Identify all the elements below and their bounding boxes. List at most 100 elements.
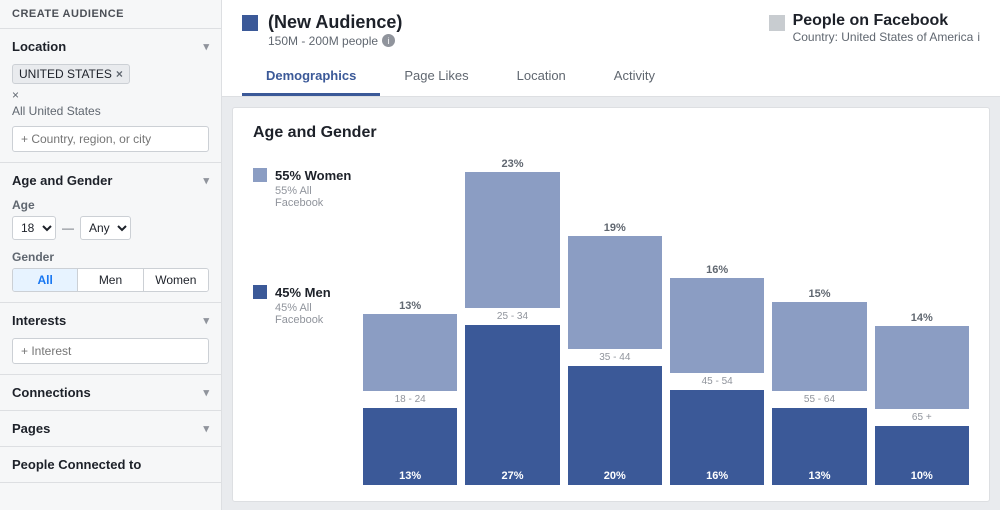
- audience-color-box: [242, 15, 258, 31]
- age-group-label: 35 - 44: [599, 352, 630, 363]
- facebook-indicator: People on Facebook Country: United State…: [769, 12, 980, 44]
- connections-section-header[interactable]: Connections ▾: [0, 375, 221, 410]
- men-pct-label: 16%: [706, 470, 728, 482]
- gender-label: Gender: [12, 250, 209, 264]
- age-from-select[interactable]: 18: [12, 216, 56, 240]
- side-legends: 55% Women 55% All Facebook 45% Men 45% A…: [253, 158, 363, 332]
- location-tag: UNITED STATES ×: [12, 64, 130, 84]
- age-gender-label: Age and Gender: [12, 173, 112, 188]
- men-pct-label: 13%: [808, 470, 830, 482]
- women-pct-label: 13%: [399, 300, 421, 312]
- men-legend-label: 45% Men: [275, 285, 331, 300]
- age-group-label: 65 +: [912, 412, 932, 423]
- men-pct-label: 20%: [604, 470, 626, 482]
- age-to-select[interactable]: Any: [80, 216, 131, 240]
- location-input[interactable]: [12, 126, 209, 152]
- location-section-content: UNITED STATES × × All United States: [0, 64, 221, 162]
- bar-group: 23% 25 - 34 27%: [465, 158, 559, 485]
- men-legend-sub: 45% All Facebook: [275, 302, 363, 326]
- tab-page-likes[interactable]: Page Likes: [380, 58, 492, 96]
- location-clear-icon[interactable]: ×: [12, 88, 209, 102]
- location-chevron-icon: ▾: [203, 40, 209, 53]
- women-bar: [875, 326, 969, 409]
- age-gender-section: Age and Gender ▾ Age 18 — Any Gender All…: [0, 163, 221, 303]
- age-gender-chart-title: Age and Gender: [253, 124, 969, 142]
- men-bar: 27%: [465, 325, 559, 485]
- location-section: Location ▾ UNITED STATES × × All United …: [0, 29, 221, 163]
- gender-men-button[interactable]: Men: [78, 269, 143, 291]
- men-bar: 13%: [363, 408, 457, 485]
- facebook-title: People on Facebook: [793, 12, 980, 30]
- men-bar: 10%: [875, 426, 969, 485]
- audience-name: (New Audience): [268, 12, 402, 34]
- pages-chevron-icon: ▾: [203, 422, 209, 435]
- chart-area: Age and Gender 55% Women 55% All Faceboo…: [222, 97, 1000, 510]
- facebook-color-box: [769, 15, 785, 31]
- tab-activity[interactable]: Activity: [590, 58, 679, 96]
- location-label: Location: [12, 39, 66, 54]
- gender-women-button[interactable]: Women: [144, 269, 208, 291]
- interests-label: Interests: [12, 313, 66, 328]
- location-all-text: All United States: [12, 104, 209, 118]
- gender-all-button[interactable]: All: [13, 269, 78, 291]
- interests-chevron-icon: ▾: [203, 314, 209, 327]
- men-pct-label: 13%: [399, 470, 421, 482]
- interest-input[interactable]: [12, 338, 209, 364]
- men-color-box: [253, 285, 267, 299]
- age-group-label: 25 - 34: [497, 311, 528, 322]
- women-bar: [465, 172, 559, 308]
- connections-section: Connections ▾: [0, 375, 221, 411]
- audience-right: People on Facebook Country: United State…: [769, 12, 980, 44]
- age-group-label: 45 - 54: [702, 376, 733, 387]
- audience-header: (New Audience) 150M - 200M people i Peop…: [222, 0, 1000, 97]
- bar-group: 19%35 - 4420%: [568, 222, 662, 485]
- sidebar-header: CREATE AUDIENCE: [0, 0, 221, 29]
- men-legend-row: 45% Men: [253, 285, 363, 300]
- tab-demographics[interactable]: Demographics: [242, 58, 380, 96]
- age-label: Age: [12, 198, 209, 212]
- people-connected-header[interactable]: People Connected to: [0, 447, 221, 482]
- remove-country-icon[interactable]: ×: [116, 67, 123, 81]
- age-group-label: 55 - 64: [804, 394, 835, 405]
- people-connected-section: People Connected to: [0, 447, 221, 483]
- interests-section: Interests ▾: [0, 303, 221, 375]
- audience-info-icon[interactable]: i: [382, 34, 395, 47]
- tabs: Demographics Page Likes Location Activit…: [242, 58, 980, 96]
- women-legend-row: 55% Women: [253, 168, 363, 183]
- people-connected-label: People Connected to: [12, 457, 141, 472]
- age-gender-section-header[interactable]: Age and Gender ▾: [0, 163, 221, 198]
- women-legend: 55% Women 55% All Facebook: [253, 168, 363, 215]
- men-legend: 45% Men 45% All Facebook: [253, 285, 363, 332]
- men-pct-label: 10%: [911, 470, 933, 482]
- main-content: (New Audience) 150M - 200M people i Peop…: [222, 0, 1000, 510]
- bar-group: 14% 65 + 10%: [875, 312, 969, 485]
- facebook-info-icon[interactable]: i: [977, 30, 980, 44]
- chart-wrapper: 55% Women 55% All Facebook 45% Men 45% A…: [253, 158, 969, 485]
- age-gender-chart-section: Age and Gender 55% Women 55% All Faceboo…: [232, 107, 990, 502]
- men-bar: 16%: [670, 390, 764, 485]
- age-dash: —: [62, 221, 74, 235]
- audience-left: (New Audience) 150M - 200M people i: [242, 12, 402, 48]
- interests-section-header[interactable]: Interests ▾: [0, 303, 221, 338]
- pages-section-header[interactable]: Pages ▾: [0, 411, 221, 446]
- men-bar: 20%: [568, 366, 662, 485]
- women-pct-label: 15%: [808, 288, 830, 300]
- facebook-info: People on Facebook Country: United State…: [793, 12, 980, 44]
- interests-content: [0, 338, 221, 374]
- tab-location[interactable]: Location: [493, 58, 590, 96]
- women-pct-label: 23%: [501, 158, 523, 170]
- audience-info: (New Audience) 150M - 200M people i: [268, 12, 402, 48]
- gender-buttons: All Men Women: [12, 268, 209, 292]
- pages-label: Pages: [12, 421, 50, 436]
- women-pct-label: 14%: [911, 312, 933, 324]
- women-pct-label: 16%: [706, 264, 728, 276]
- age-gender-chevron-icon: ▾: [203, 174, 209, 187]
- age-row: 18 — Any: [12, 216, 209, 240]
- women-bar: [670, 278, 764, 373]
- women-bar: [772, 302, 866, 391]
- location-section-header[interactable]: Location ▾: [0, 29, 221, 64]
- women-color-box: [253, 168, 267, 182]
- men-pct-label: 27%: [501, 470, 523, 482]
- audience-count: 150M - 200M people i: [268, 34, 402, 48]
- women-bar: [363, 314, 457, 391]
